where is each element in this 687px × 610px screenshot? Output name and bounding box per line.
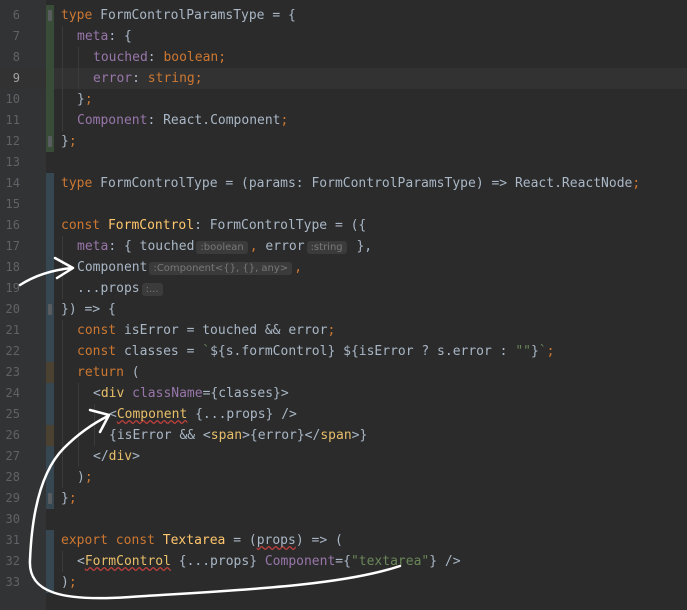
annotation-curve-to-component-usage [28,414,402,600]
annotation-arrow-to-component-param [18,266,74,287]
annotation-arrows [18,256,402,600]
code-editor[interactable]: 6 type FormControlParamsType = {7 meta: {8… [0,0,687,610]
